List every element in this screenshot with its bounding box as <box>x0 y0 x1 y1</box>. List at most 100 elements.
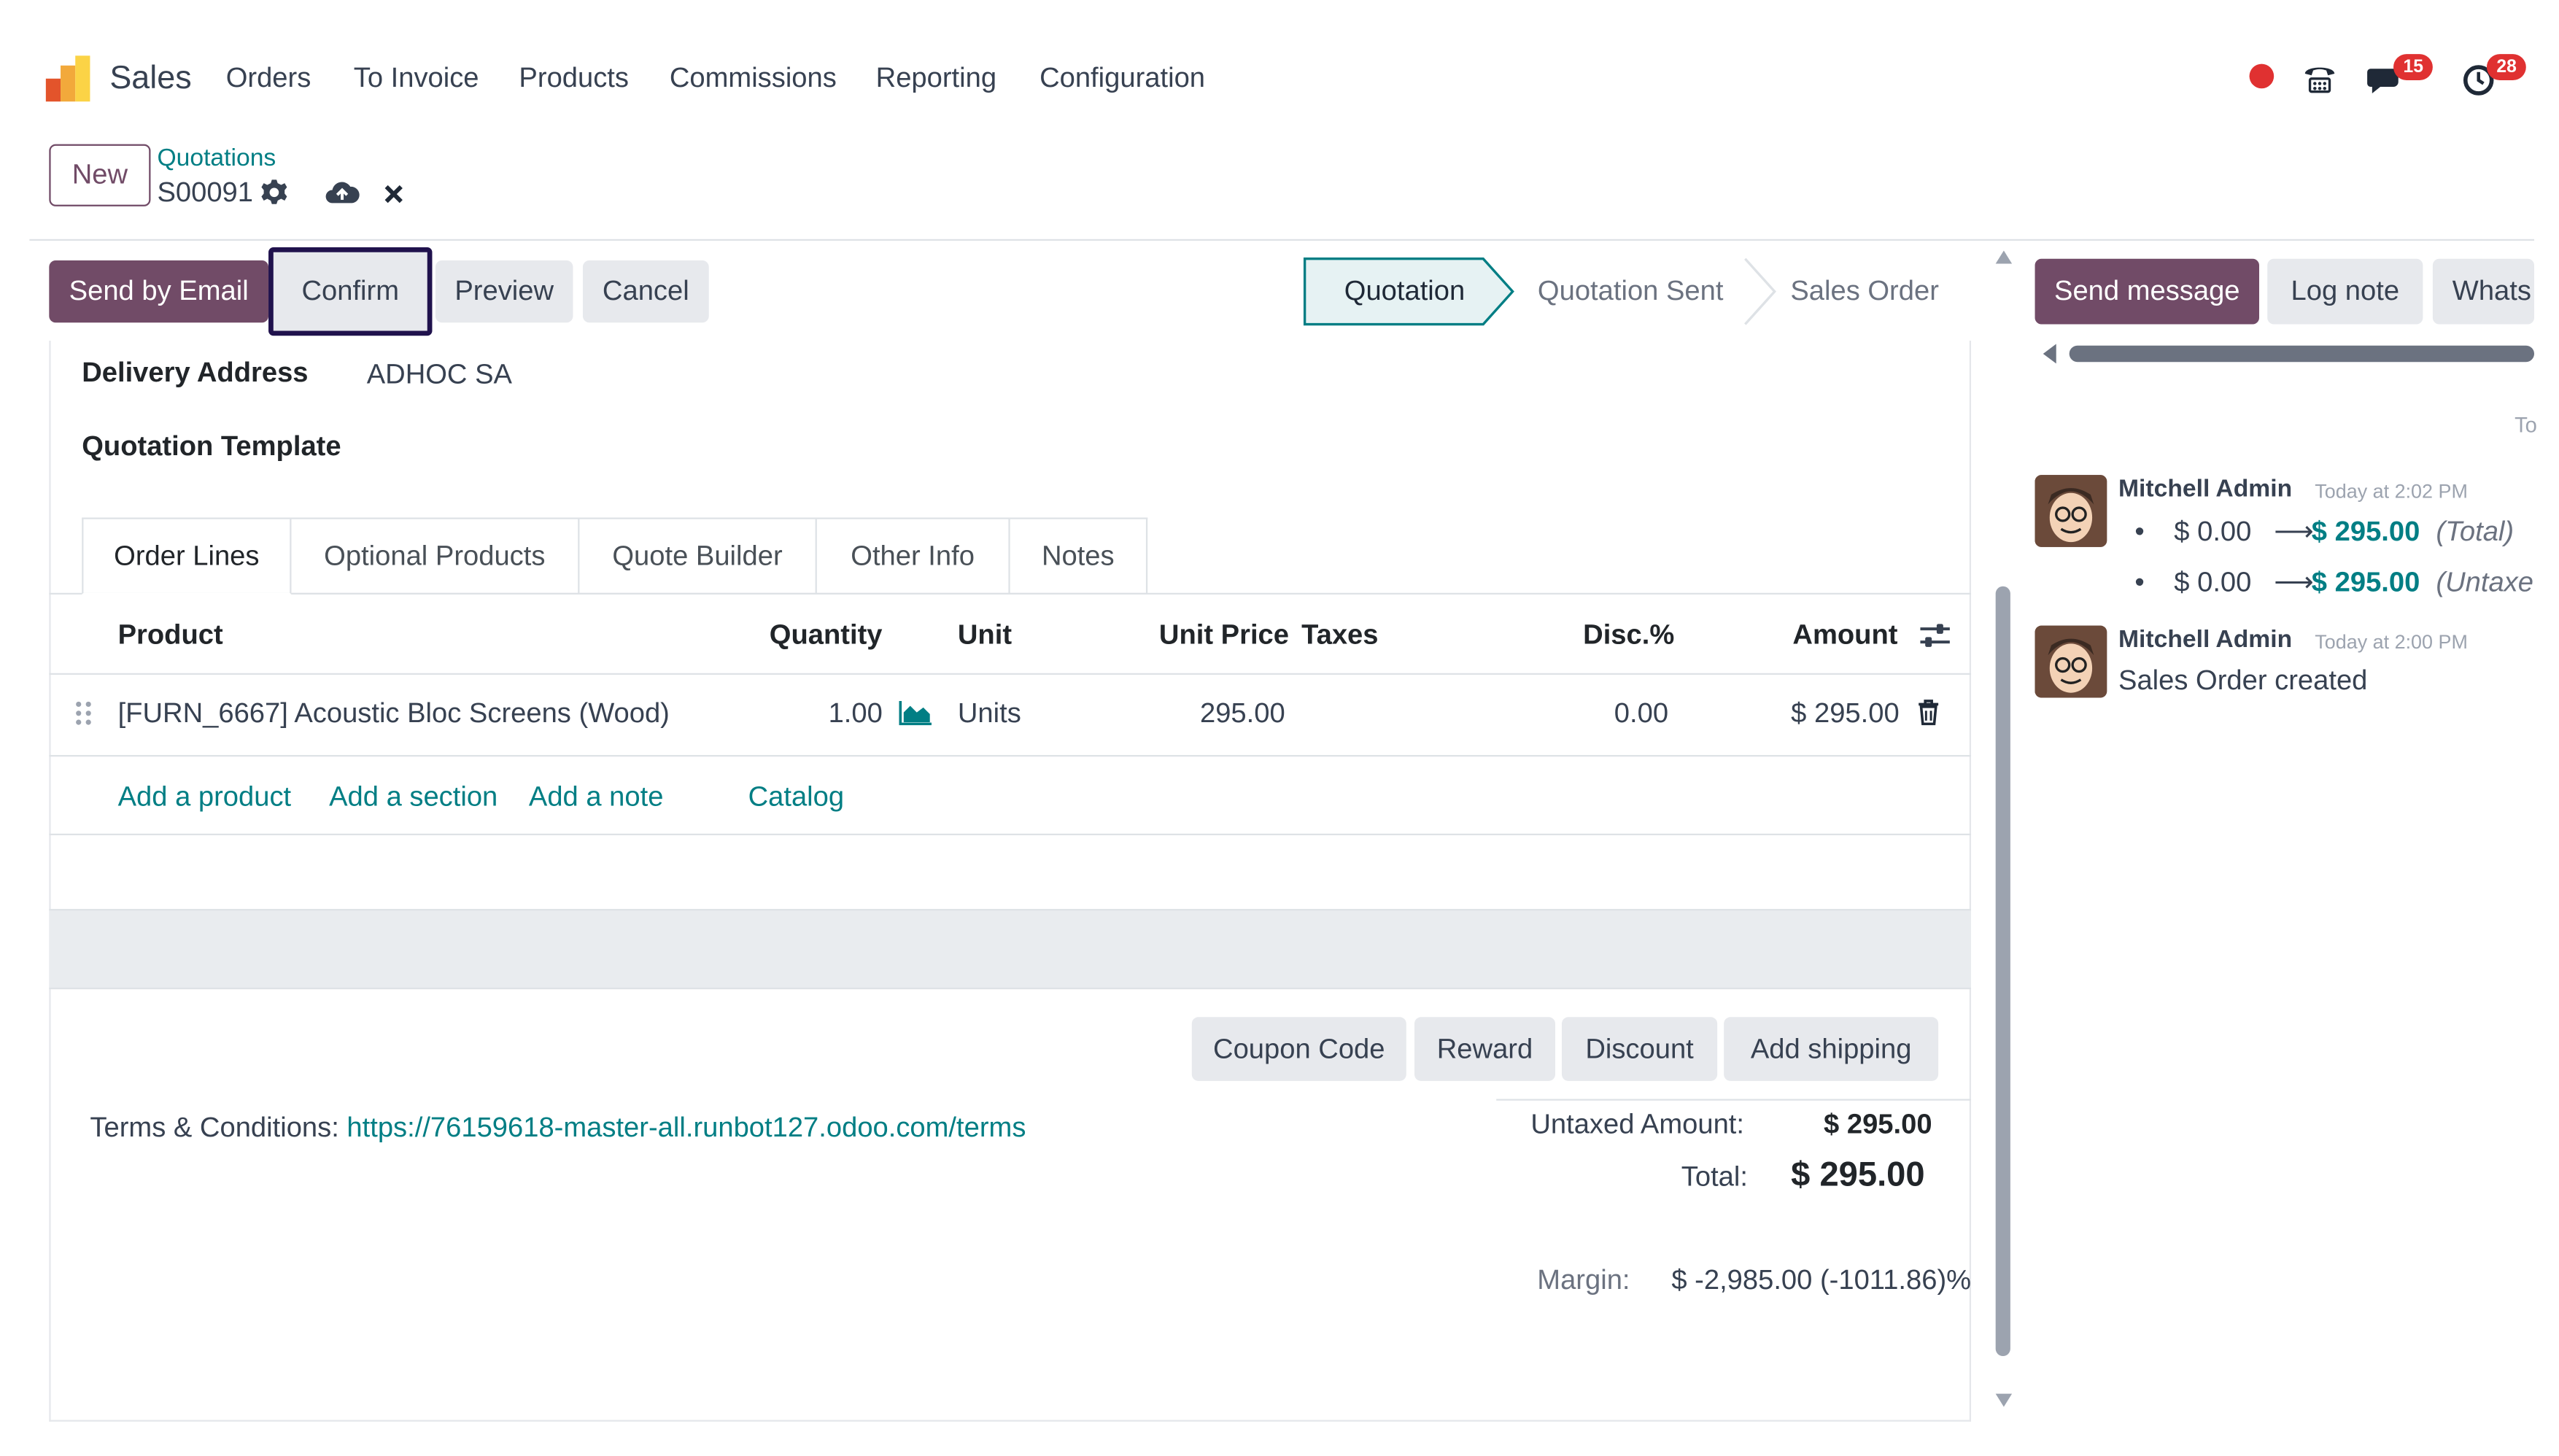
new-value: $ 295.00 <box>2311 516 2420 547</box>
quotation-template-label: Quotation Template <box>82 430 341 462</box>
scroll-up-arrow-icon[interactable] <box>1994 249 2013 265</box>
delivery-address-field[interactable]: ADHOC SA <box>367 359 512 392</box>
discount-button[interactable]: Discount <box>1561 1017 1718 1081</box>
form-sheet <box>49 341 1972 1422</box>
add-section-link[interactable]: Add a section <box>329 781 498 814</box>
message-author[interactable]: Mitchell Admin <box>2118 475 2292 503</box>
message-body: Sales Order created <box>2118 665 2368 697</box>
app-name[interactable]: Sales <box>109 61 191 98</box>
menu-configuration[interactable]: Configuration <box>1040 62 1205 95</box>
field-name: (Untaxed <box>2436 566 2534 598</box>
add-note-link[interactable]: Add a note <box>529 781 664 814</box>
row-divider <box>49 755 1972 757</box>
scroll-left-arrow-icon[interactable] <box>2042 342 2058 365</box>
row-unit[interactable]: Units <box>958 697 1021 730</box>
tab-notes[interactable]: Notes <box>1010 517 1148 595</box>
log-note-button[interactable]: Log note <box>2267 258 2423 325</box>
header-divider <box>49 673 1972 675</box>
table-footer-divider <box>49 833 1972 836</box>
mitchell-admin-avatar-icon <box>2035 625 2107 698</box>
reward-button[interactable]: Reward <box>1414 1017 1555 1081</box>
col-taxes[interactable]: Taxes <box>1301 619 1378 652</box>
col-unit[interactable]: Unit <box>958 619 1012 652</box>
preview-button[interactable]: Preview <box>435 260 573 323</box>
message-time: Today at 2:00 PM <box>2315 630 2468 654</box>
total-value: $ 295.00 <box>1791 1156 1925 1194</box>
optional-columns-icon[interactable] <box>1919 621 1951 650</box>
sales-app-icon[interactable] <box>45 55 92 102</box>
menu-reporting[interactable]: Reporting <box>876 62 996 95</box>
control-panel-divider <box>29 239 2535 241</box>
bullet: • <box>2134 516 2145 547</box>
old-value: $ 0.00 <box>2174 516 2252 547</box>
margin-value: $ -2,985.00 (-1011.86)% <box>1671 1264 1972 1296</box>
send-by-email-button[interactable]: Send by Email <box>49 260 269 323</box>
terms-link[interactable]: https://76159618-master-all.runbot127.od… <box>347 1112 1026 1143</box>
record-name: S00091 <box>157 177 254 209</box>
new-button[interactable]: New <box>49 144 151 206</box>
save-cloud-icon[interactable] <box>324 177 360 206</box>
tab-order-lines[interactable]: Order Lines <box>82 517 292 595</box>
table-footer-bar <box>49 909 1972 990</box>
phone-icon[interactable] <box>2301 62 2337 95</box>
bullet: • <box>2134 566 2145 598</box>
menu-commissions[interactable]: Commissions <box>670 62 837 95</box>
activities-count-badge: 28 <box>2486 54 2527 81</box>
terms-label: Terms & Conditions: <box>90 1112 347 1144</box>
col-amount[interactable]: Amount <box>1792 619 1897 652</box>
total-label: Total: <box>1681 1161 1748 1193</box>
tab-optional-products[interactable]: Optional Products <box>291 517 580 595</box>
add-product-link[interactable]: Add a product <box>118 781 292 814</box>
avatar[interactable] <box>2035 475 2107 547</box>
trash-icon[interactable] <box>1917 700 1940 726</box>
col-quantity[interactable]: Quantity <box>770 619 883 652</box>
catalog-link[interactable]: Catalog <box>748 781 845 814</box>
row-unit-price[interactable]: 295.00 <box>1200 697 1285 730</box>
row-product[interactable]: [FURN_6667] Acoustic Bloc Screens (Wood) <box>118 697 670 730</box>
message-author[interactable]: Mitchell Admin <box>2118 626 2292 654</box>
breadcrumb-quotations[interactable]: Quotations <box>157 144 276 172</box>
row-quantity[interactable]: 1.00 <box>829 697 883 730</box>
recording-status-icon[interactable] <box>2249 63 2275 89</box>
cancel-button[interactable]: Cancel <box>582 260 709 323</box>
discard-close-icon[interactable] <box>383 183 404 204</box>
gear-icon[interactable] <box>260 179 288 206</box>
untaxed-amount-label: Untaxed Amount: <box>1530 1109 1745 1140</box>
new-value: $ 295.00 <box>2311 566 2420 598</box>
status-sales-order[interactable]: Sales Order <box>1775 259 1955 325</box>
send-message-button[interactable]: Send message <box>2035 258 2259 325</box>
margin-label: Margin: <box>1537 1264 1630 1296</box>
arrow-right-icon: ⟶ <box>2274 566 2314 598</box>
status-quotation[interactable]: Quotation <box>1306 259 1503 325</box>
menu-to-invoice[interactable]: To Invoice <box>354 62 479 95</box>
tab-quote-builder[interactable]: Quote Builder <box>579 517 817 595</box>
add-shipping-button[interactable]: Add shipping <box>1724 1017 1939 1081</box>
tab-other-info[interactable]: Other Info <box>816 517 1010 595</box>
status-quotation-sent[interactable]: Quotation Sent <box>1516 259 1745 325</box>
drag-handle-icon[interactable] <box>74 700 93 727</box>
form-scrollbar-thumb[interactable] <box>1995 586 2010 1357</box>
coupon-code-button[interactable]: Coupon Code <box>1191 1017 1406 1081</box>
messages-count-badge: 15 <box>2393 54 2434 81</box>
field-name: (Total) <box>2436 516 2515 547</box>
chatter-hscrollbar[interactable] <box>2069 345 2535 363</box>
message-time: Today at 2:02 PM <box>2315 479 2468 503</box>
form-scrollbar[interactable] <box>1994 246 2013 1409</box>
forecast-chart-icon[interactable] <box>899 700 933 726</box>
terms-conditions: Terms & Conditions: https://76159618-mas… <box>90 1112 1026 1145</box>
mitchell-admin-avatar-icon <box>2035 475 2107 547</box>
col-unit-price[interactable]: Unit Price <box>1159 619 1289 652</box>
date-separator: To <box>2515 412 2537 438</box>
col-disc[interactable]: Disc.% <box>1583 619 1674 652</box>
old-value: $ 0.00 <box>2174 566 2252 598</box>
scroll-down-arrow-icon[interactable] <box>1994 1392 2013 1408</box>
menu-orders[interactable]: Orders <box>226 62 311 95</box>
col-product[interactable]: Product <box>118 619 223 652</box>
row-discount[interactable]: 0.00 <box>1614 697 1668 730</box>
notebook-tabs: Order Lines Optional Products Quote Buil… <box>82 517 1148 595</box>
whatsapp-button[interactable]: Whats <box>2432 258 2535 325</box>
row-amount: $ 295.00 <box>1791 697 1900 729</box>
menu-products[interactable]: Products <box>519 62 629 95</box>
confirm-button[interactable]: Confirm <box>268 247 433 336</box>
avatar[interactable] <box>2035 625 2107 698</box>
